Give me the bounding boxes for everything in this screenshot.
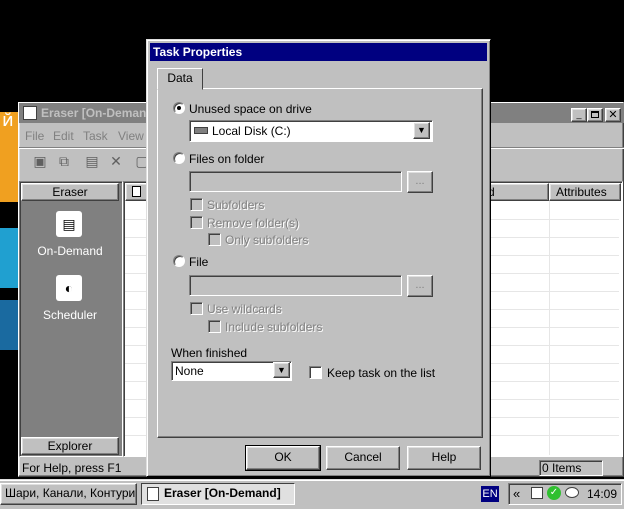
use-wildcards-checkbox[interactable] xyxy=(190,302,203,315)
keep-task-label[interactable]: Keep task on the list xyxy=(327,366,435,380)
left-pane-item-on-demand[interactable]: On-Demand xyxy=(21,244,119,258)
left-pane-footer[interactable]: Explorer xyxy=(21,437,119,455)
status-item-count: 0 Items xyxy=(539,460,603,476)
chevron-down-icon[interactable]: ▼ xyxy=(273,362,290,378)
language-indicator[interactable]: EN xyxy=(481,486,499,502)
menu-view[interactable]: View xyxy=(118,129,144,143)
radio-selected-dot xyxy=(177,106,181,110)
on-demand-icon[interactable]: ▤ xyxy=(56,211,82,237)
task-properties-dialog: Task Properties Data Unused space on dri… xyxy=(146,39,491,477)
dialog-title-bar[interactable]: Task Properties xyxy=(150,43,487,61)
document-icon xyxy=(132,186,141,197)
properties-icon[interactable]: ▤ xyxy=(83,152,101,170)
remove-folders-checkbox[interactable] xyxy=(190,216,203,229)
system-tray: « ✓ 14:09 xyxy=(508,483,622,505)
files-on-folder-radio[interactable] xyxy=(173,152,185,164)
file-browse-button[interactable]: ... xyxy=(407,275,433,297)
files-on-folder-label[interactable]: Files on folder xyxy=(189,152,264,166)
unused-space-label[interactable]: Unused space on drive xyxy=(189,102,312,116)
column-header-attributes[interactable]: Attributes xyxy=(549,183,621,201)
include-subfolders-label: Include subfolders xyxy=(225,320,323,334)
minimize-button[interactable]: _ xyxy=(571,108,587,122)
remove-folders-label: Remove folder(s) xyxy=(207,216,300,230)
clock[interactable]: 14:09 xyxy=(587,487,617,501)
close-icon: ✕ xyxy=(608,109,618,121)
chevron-down-icon[interactable]: ▼ xyxy=(413,122,430,139)
when-finished-value: None xyxy=(175,364,204,378)
when-finished-select[interactable]: None ▼ xyxy=(171,361,292,381)
drive-select-value: Local Disk (C:) xyxy=(212,124,291,138)
keep-task-checkbox[interactable] xyxy=(309,366,322,379)
chat-icon[interactable] xyxy=(565,487,579,498)
menu-file[interactable]: File xyxy=(25,129,44,143)
unused-space-radio[interactable] xyxy=(173,102,185,114)
scheduler-icon[interactable]: ◐ xyxy=(56,275,82,301)
tab-data[interactable]: Data xyxy=(157,68,203,90)
menu-task[interactable]: Task xyxy=(83,129,108,143)
when-finished-label: When finished xyxy=(171,346,248,360)
menu-edit[interactable]: Edit xyxy=(53,129,74,143)
svg-text:й: й xyxy=(2,110,14,131)
eraser-app-icon xyxy=(147,487,159,501)
close-button[interactable]: ✕ xyxy=(605,108,621,122)
taskbar-button-folder[interactable]: Шари, Канали, Контури, ... xyxy=(0,483,137,505)
messenger-icon[interactable]: ✓ xyxy=(547,486,561,500)
ok-button[interactable]: OK xyxy=(245,445,321,471)
only-subfolders-checkbox[interactable] xyxy=(208,233,221,246)
desktop-background-graphic: й xyxy=(0,100,18,360)
file-label[interactable]: File xyxy=(189,255,208,269)
maximize-icon xyxy=(591,111,599,118)
copy-icon[interactable]: ⧉ xyxy=(55,152,73,170)
taskbar-button-eraser[interactable]: Eraser [On-Demand] xyxy=(141,483,295,505)
use-wildcards-label: Use wildcards xyxy=(207,302,282,316)
subfolders-label: Subfolders xyxy=(207,198,265,212)
delete-icon[interactable]: ✕ xyxy=(107,152,125,170)
eraser-app-icon xyxy=(23,106,37,120)
cancel-button[interactable]: Cancel xyxy=(326,446,400,470)
hard-drive-icon xyxy=(194,127,208,134)
folder-path-input[interactable] xyxy=(189,171,402,192)
only-subfolders-label: Only subfolders xyxy=(225,233,309,247)
include-subfolders-checkbox[interactable] xyxy=(208,320,221,333)
file-path-input[interactable] xyxy=(189,275,402,296)
help-button[interactable]: Help xyxy=(407,446,481,470)
network-icon[interactable] xyxy=(531,487,543,499)
drive-select[interactable]: Local Disk (C:) ▼ xyxy=(189,120,433,142)
dialog-title: Task Properties xyxy=(153,45,243,59)
file-radio[interactable] xyxy=(173,255,185,267)
maximize-button[interactable] xyxy=(587,108,603,122)
minimize-icon: _ xyxy=(576,109,582,119)
left-pane-header[interactable]: Eraser xyxy=(21,183,119,201)
subfolders-checkbox[interactable] xyxy=(190,198,203,211)
column-divider xyxy=(549,201,550,455)
folder-browse-button[interactable]: ... xyxy=(407,171,433,193)
new-task-icon[interactable]: ▣ xyxy=(31,152,49,170)
status-help-text: For Help, press F1 xyxy=(22,461,122,475)
tray-expand-icon[interactable]: « xyxy=(513,486,520,502)
main-window-title: Eraser [On-Demand] xyxy=(41,106,158,120)
left-pane-item-scheduler[interactable]: Scheduler xyxy=(21,308,119,322)
